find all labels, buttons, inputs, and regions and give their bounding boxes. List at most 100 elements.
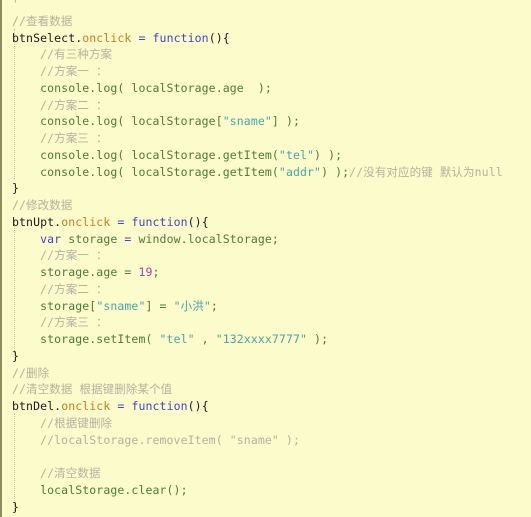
code-token: //方案二 ： <box>40 97 108 112</box>
code-token: console.log( localStorage.age ); <box>40 80 272 95</box>
code-token: ) ); <box>321 164 350 179</box>
code-token: "小洪" <box>173 298 211 313</box>
code-token: //清空数据 根据键删除某个值 <box>12 382 173 397</box>
code-token: var <box>40 231 62 246</box>
code-line[interactable]: //修改数据 <box>2 197 531 214</box>
code-token: window.localStorage; <box>131 231 279 246</box>
code-line[interactable]: //清空数据 根据键删除某个值 <box>2 381 531 398</box>
code-token: ) ); <box>314 147 343 162</box>
code-line[interactable]: //方案三 ： <box>2 130 531 147</box>
code-line[interactable]: } <box>2 348 531 365</box>
code-line[interactable]: //localStorage.removeItem( "sname" ); <box>2 432 531 449</box>
code-token: //删除 <box>12 365 50 380</box>
code-token: function <box>131 214 188 229</box>
code-token: //清空数据 <box>40 466 101 480</box>
code-token: } <box>12 348 20 363</box>
code-line[interactable]: } <box>2 499 531 516</box>
code-token: , <box>194 332 216 346</box>
code-line[interactable]: //方案二 ： <box>2 97 531 114</box>
code-token: localStorage.clear(); <box>40 482 188 497</box>
code-token: btnDel <box>12 399 55 413</box>
code-line[interactable]: storage.setItem( "tel" , "132xxxx7777" )… <box>2 331 531 348</box>
code-token: //修改数据 <box>12 198 73 212</box>
code-token: //有三种方案 <box>40 47 113 62</box>
code-token: "sname" <box>96 298 146 313</box>
code-token: function <box>152 30 209 45</box>
code-line[interactable]: storage.age = 19; <box>2 264 531 281</box>
code-line[interactable]: console.log( localStorage.age ); <box>2 80 531 97</box>
code-line[interactable] <box>2 448 531 465</box>
code-token: console.log( localStorage.getItem( <box>40 164 279 179</box>
code-token: //方案三 ： <box>40 131 108 145</box>
code-token: "addr" <box>278 164 322 179</box>
code-line[interactable]: console.log( localStorage["sname"] ); <box>2 113 531 130</box>
code-editor-pane[interactable]: ' //查看数据 btnSelect.onclick = function(){ /… <box>0 0 531 517</box>
code-line[interactable]: storage["sname"] = "小洪"; <box>2 298 531 315</box>
code-token: (){ <box>208 30 230 45</box>
code-token: } <box>12 181 20 196</box>
code-line[interactable]: btnUpt.onclick = function(){ <box>2 214 531 231</box>
code-token: storage.setItem( <box>40 332 160 346</box>
code-token: onclick <box>61 214 111 229</box>
code-line[interactable]: //有三种方案 <box>2 46 531 63</box>
code-token: //localStorage.removeItem( "sname" ); <box>40 432 300 447</box>
code-token: onclick <box>61 399 111 413</box>
code-line[interactable]: //方案二 ： <box>2 281 531 298</box>
code-token: "132xxxx7777" <box>215 332 308 346</box>
code-token: 19 <box>138 265 153 279</box>
code-token: console.log( localStorage.getItem( <box>40 147 279 162</box>
code-line[interactable]: //根据键删除 <box>2 415 531 432</box>
code-token: console.log( localStorage[ <box>40 114 223 129</box>
code-token: "tel" <box>278 147 315 162</box>
code-line[interactable]: console.log( localStorage.getItem("tel")… <box>2 147 531 164</box>
code-line[interactable]: //方案一 ： <box>2 63 531 80</box>
code-token: ; <box>152 265 160 279</box>
code-token: ] = <box>145 298 174 313</box>
code-token: storage <box>68 231 125 246</box>
code-line[interactable]: //查看数据 <box>2 13 531 30</box>
code-line[interactable]: localStorage.clear(); <box>2 482 531 499</box>
code-token: "sname" <box>222 114 272 129</box>
code-line[interactable]: //清空数据 <box>2 465 531 482</box>
code-token: //根据键删除 <box>40 415 113 430</box>
code-token: //方案三 ： <box>40 315 108 330</box>
code-line[interactable]: ' <box>2 0 531 13</box>
code-line[interactable]: //方案三 ： <box>2 314 531 331</box>
code-token: ); <box>307 332 329 346</box>
code-token: //查看数据 <box>12 13 73 28</box>
code-line[interactable]: btnDel.onclick = function(){ <box>2 398 531 415</box>
code-token: } <box>12 499 20 514</box>
code-token: ] ); <box>271 114 301 129</box>
code-line[interactable]: console.log( localStorage.getItem("addr"… <box>2 164 531 181</box>
code-token: storage.age = <box>40 265 139 279</box>
code-line[interactable]: btnSelect.onclick = function(){ <box>2 30 531 47</box>
code-token: btnSelect <box>12 30 76 45</box>
code-token: onclick <box>82 30 132 45</box>
code-token: //方案一 ： <box>40 248 108 263</box>
code-token: (){ <box>187 214 209 229</box>
code-token: ; <box>210 298 218 313</box>
code-content[interactable]: ' //查看数据 btnSelect.onclick = function(){ /… <box>2 0 531 515</box>
code-line[interactable]: //方案一 ： <box>2 247 531 264</box>
code-line[interactable]: } <box>2 180 531 197</box>
code-line[interactable]: var storage = window.localStorage; <box>2 231 531 248</box>
code-line[interactable]: //删除 <box>2 365 531 382</box>
code-token: function <box>131 399 188 413</box>
